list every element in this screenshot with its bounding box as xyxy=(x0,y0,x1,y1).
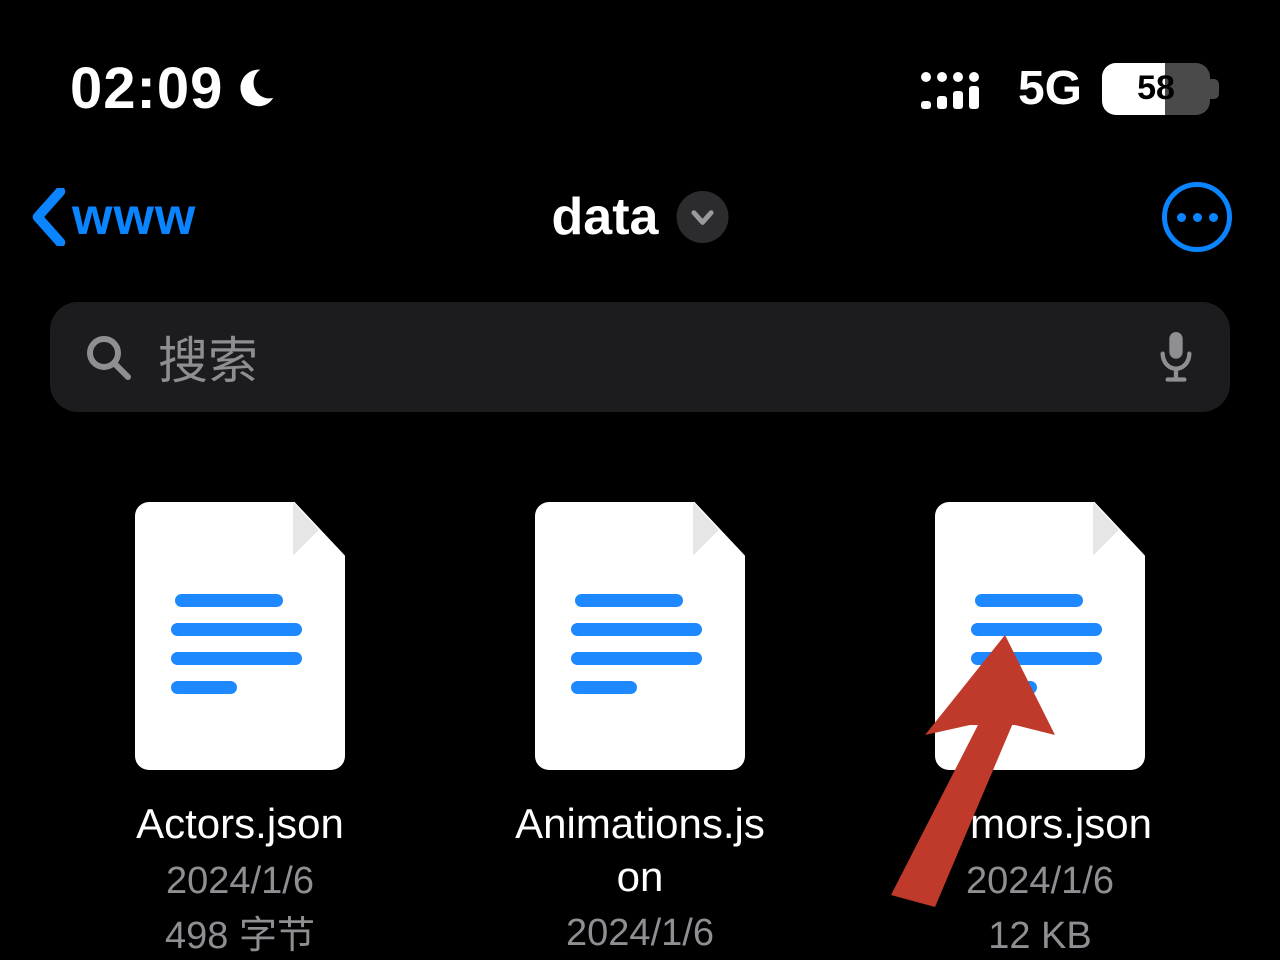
network-type: 5G xyxy=(1018,61,1082,116)
file-size: 12 KB xyxy=(988,912,1092,960)
back-button[interactable]: www xyxy=(32,187,196,247)
ellipsis-icon xyxy=(1177,213,1186,222)
search-field[interactable]: 搜索 xyxy=(50,302,1230,412)
document-icon xyxy=(935,502,1145,770)
file-item-armors[interactable]: Armors.json 2024/1/6 12 KB xyxy=(910,502,1170,960)
file-size: 498 字节 xyxy=(165,912,315,960)
document-icon xyxy=(135,502,345,770)
dual-sim-signal-icon xyxy=(918,67,998,111)
battery-percent: 58 xyxy=(1102,63,1210,115)
file-item-animations[interactable]: Animations.json 2024/1/6 xyxy=(510,502,770,960)
chevron-left-icon xyxy=(32,188,66,246)
more-options-button[interactable] xyxy=(1162,182,1232,252)
file-date: 2024/1/6 xyxy=(966,857,1114,906)
back-label: www xyxy=(72,187,196,247)
status-time: 02:09 xyxy=(70,55,223,122)
status-right: 5G 58 xyxy=(918,61,1210,116)
nav-bar: www data xyxy=(0,162,1280,282)
file-name: Actors.json xyxy=(136,798,344,851)
chevron-down-icon xyxy=(676,191,728,243)
microphone-icon[interactable] xyxy=(1156,329,1196,385)
file-grid: Actors.json 2024/1/6 498 字节 Animations.j… xyxy=(0,412,1280,960)
file-name: Animations.json xyxy=(510,798,770,903)
folder-title-dropdown[interactable]: data xyxy=(552,187,729,247)
status-left: 02:09 xyxy=(70,55,281,122)
battery-indicator: 58 xyxy=(1102,63,1210,115)
file-date: 2024/1/6 xyxy=(166,857,314,906)
search-icon xyxy=(84,333,132,381)
file-date: 2024/1/6 xyxy=(566,909,714,958)
file-item-actors[interactable]: Actors.json 2024/1/6 498 字节 xyxy=(110,502,370,960)
do-not-disturb-icon xyxy=(237,67,281,111)
status-bar: 02:09 5G 58 xyxy=(0,0,1280,162)
document-icon xyxy=(535,502,745,770)
folder-title: data xyxy=(552,187,659,247)
file-name: Armors.json xyxy=(928,798,1152,851)
search-placeholder: 搜索 xyxy=(158,321,1130,393)
